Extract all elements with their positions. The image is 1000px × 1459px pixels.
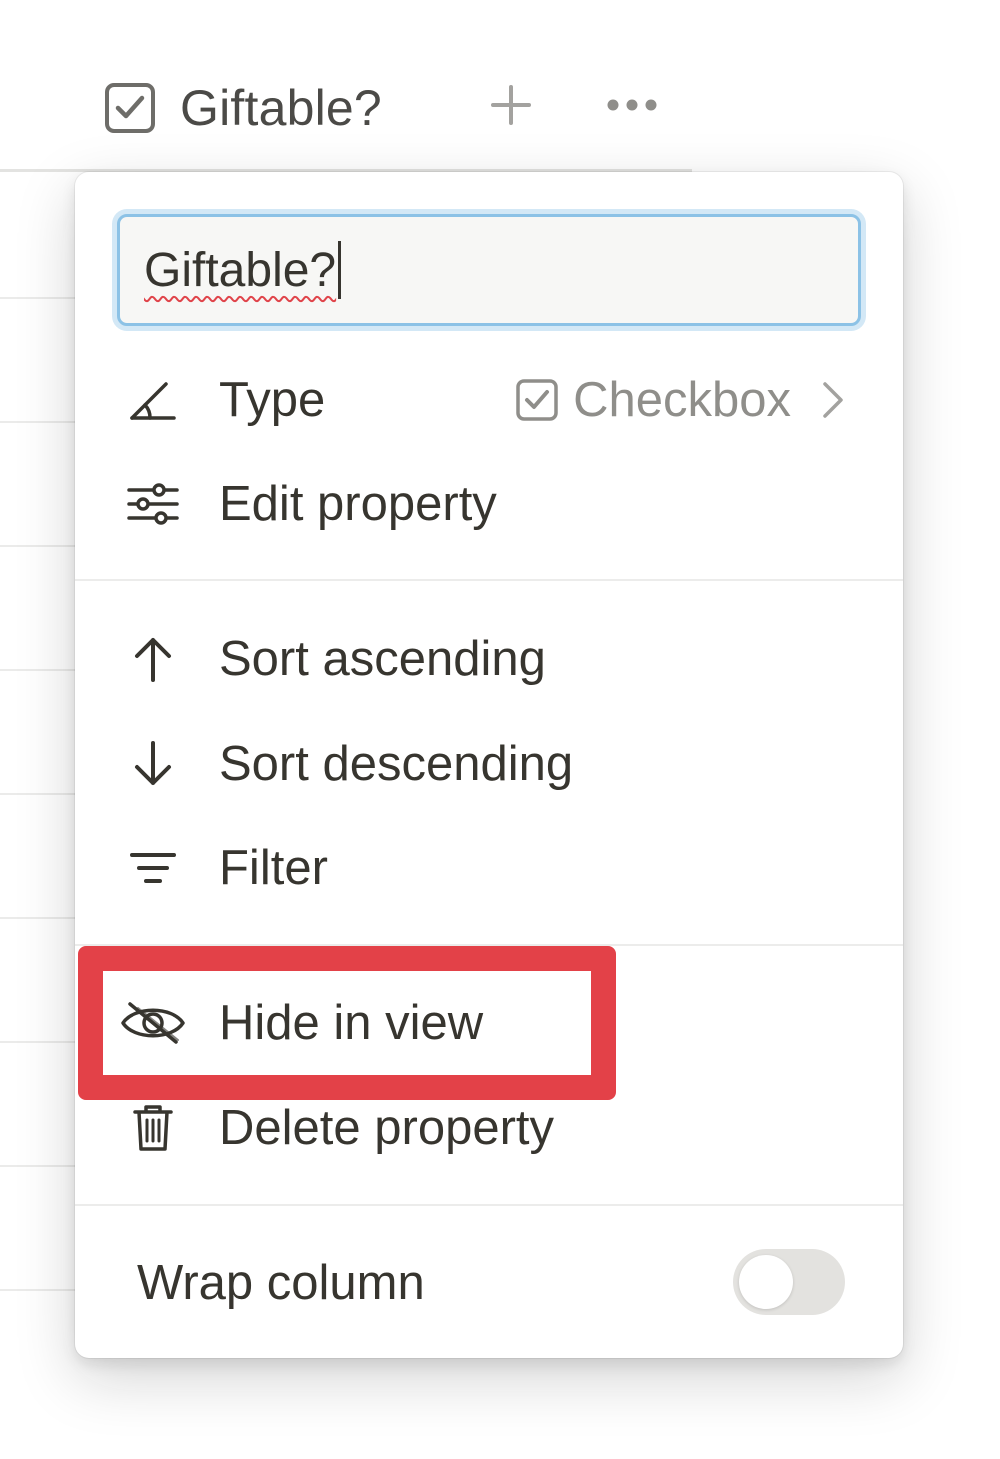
menu-item-sort-ascending[interactable]: Sort ascending <box>117 614 861 704</box>
menu-divider <box>75 1204 903 1206</box>
filter-lines-icon <box>117 832 189 904</box>
menu-item-hide-in-view-label: Hide in view <box>219 996 484 1050</box>
checkbox-icon <box>104 82 156 134</box>
menu-item-type-label: Type <box>219 373 326 427</box>
menu-item-edit-property-label: Edit property <box>219 477 497 531</box>
property-name-input[interactable]: Giftable? <box>117 214 861 326</box>
menu-item-sort-descending[interactable]: Sort descending <box>117 719 861 809</box>
wrap-column-label: Wrap column <box>137 1256 425 1310</box>
sliders-icon <box>117 468 189 540</box>
type-value[interactable]: Checkbox <box>513 355 853 445</box>
menu-item-sort-descending-label: Sort descending <box>219 737 574 791</box>
arrow-up-icon <box>117 623 189 695</box>
ellipsis-icon <box>606 98 658 117</box>
property-menu: Giftable? Type Checkbox Edit property So… <box>75 172 903 1358</box>
menu-item-filter[interactable]: Filter <box>117 823 861 913</box>
checkbox-icon <box>513 376 561 424</box>
menu-divider <box>75 944 903 946</box>
type-value-label: Checkbox <box>573 373 791 427</box>
eye-off-icon <box>117 987 189 1059</box>
trash-icon <box>117 1092 189 1164</box>
menu-item-hide-in-view[interactable]: Hide in view <box>117 978 861 1068</box>
chevron-right-icon <box>813 376 853 424</box>
wrap-column-toggle[interactable] <box>733 1249 845 1315</box>
plus-icon <box>490 84 532 131</box>
add-property-button[interactable] <box>488 84 534 130</box>
more-options-button[interactable] <box>604 88 660 126</box>
column-header-title: Giftable? <box>180 80 382 136</box>
menu-item-sort-ascending-label: Sort ascending <box>219 632 546 686</box>
menu-item-delete-property[interactable]: Delete property <box>117 1083 861 1173</box>
menu-item-edit-property[interactable]: Edit property <box>117 459 861 549</box>
type-pen-icon <box>117 364 189 436</box>
wrap-column-row: Wrap column <box>137 1238 845 1328</box>
toggle-knob <box>739 1255 793 1309</box>
menu-item-filter-label: Filter <box>219 841 328 895</box>
arrow-down-icon <box>117 728 189 800</box>
column-header[interactable]: Giftable? <box>104 78 382 138</box>
menu-item-delete-property-label: Delete property <box>219 1101 555 1155</box>
text-caret <box>338 241 342 299</box>
property-name-value: Giftable? <box>144 243 337 297</box>
menu-divider <box>75 579 903 581</box>
menu-item-type[interactable]: Type Checkbox <box>117 355 861 445</box>
